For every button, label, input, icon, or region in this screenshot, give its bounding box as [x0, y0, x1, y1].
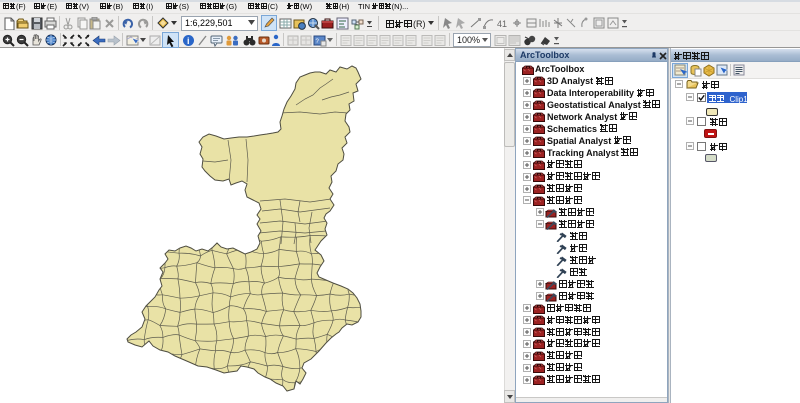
svg-text:i: i [187, 36, 190, 46]
svg-text:41: 41 [497, 19, 507, 29]
